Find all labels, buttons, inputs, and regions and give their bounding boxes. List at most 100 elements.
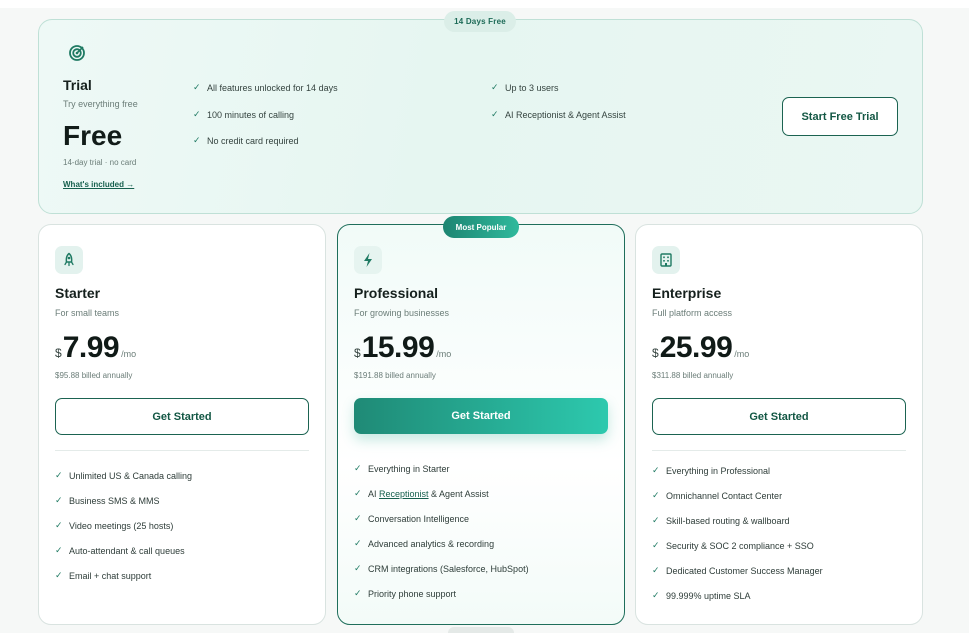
check-icon: ✓ — [55, 520, 63, 530]
trial-note: 14-day trial · no card — [63, 158, 137, 167]
list-item: ✓ Business SMS & MMS — [55, 488, 192, 513]
get-started-button-starter[interactable]: Get Started — [55, 398, 309, 435]
check-icon: ✓ — [652, 590, 660, 600]
feature-label: Auto-attendant & call queues — [69, 545, 185, 556]
plan-name: Starter — [55, 285, 101, 301]
list-item: ✓ CRM integrations (Salesforce, HubSpot) — [354, 556, 529, 581]
list-item: ✓ 99.999% uptime SLA — [652, 583, 823, 608]
feature-label: Business SMS & MMS — [69, 495, 160, 506]
feature-list: ✓ Unlimited US & Canada calling ✓ Business… — [55, 463, 192, 588]
price-row: $ 15.99 /mo — [354, 331, 451, 365]
get-started-button-professional[interactable]: Get Started — [354, 398, 608, 434]
list-item: ✓ Security & SOC 2 compliance + SSO — [652, 533, 823, 558]
feature-label: Everything in Starter — [368, 463, 450, 474]
check-icon: ✓ — [55, 470, 63, 480]
plan-name: Professional — [354, 285, 439, 301]
check-icon: ✓ — [652, 565, 660, 575]
trial-feature-label: AI Receptionist & Agent Assist — [505, 109, 626, 120]
trial-feature-label: All features unlocked for 14 days — [207, 82, 338, 93]
price-period: /mo — [436, 349, 452, 359]
feature-label: CRM integrations (Salesforce, HubSpot) — [368, 563, 529, 574]
start-free-trial-button[interactable]: Start Free Trial — [782, 97, 898, 136]
trial-feature: ✓ Up to 3 users — [491, 82, 559, 93]
price-row: $ 25.99 /mo — [652, 331, 749, 365]
trial-feature: ✓ AI Receptionist & Agent Assist — [491, 109, 626, 120]
check-icon: ✓ — [55, 570, 63, 580]
list-item: ✓ Conversation Intelligence — [354, 506, 529, 531]
check-icon: ✓ — [55, 495, 63, 505]
plan-tagline: For small teams — [55, 308, 120, 318]
billed-annually-note: $191.88 billed annually — [354, 371, 436, 380]
receptionist-link[interactable]: Receptionist — [379, 489, 429, 499]
rocket-icon — [55, 246, 83, 274]
list-item: ✓ Video meetings (25 hosts) — [55, 513, 192, 538]
most-popular-badge: Most Popular — [443, 216, 519, 238]
plan-name: Enterprise — [652, 285, 722, 301]
list-item: ✓ Advanced analytics & recording — [354, 531, 529, 556]
price-currency: $ — [354, 346, 361, 360]
feature-label: Conversation Intelligence — [368, 513, 470, 524]
list-item: ✓ Everything in Professional — [652, 458, 823, 483]
list-item: ✓ Email + chat support — [55, 563, 192, 588]
trial-feature: ✓ 100 minutes of calling — [193, 109, 294, 120]
feature-label: Omnichannel Contact Center — [666, 490, 783, 501]
trial-feature-label: 100 minutes of calling — [207, 109, 295, 120]
price-amount: 25.99 — [659, 331, 733, 364]
feature-label: Dedicated Customer Success Manager — [666, 565, 823, 576]
check-icon: ✓ — [55, 545, 63, 555]
plan-tagline: For growing businesses — [354, 308, 450, 318]
trial-badge: 14 Days Free — [444, 11, 516, 32]
price-row: $ 7.99 /mo — [55, 331, 136, 365]
top-strip — [0, 0, 969, 8]
trial-feature-label: Up to 3 users — [505, 82, 559, 93]
divider — [652, 450, 906, 451]
list-item: ✓ Unlimited US & Canada calling — [55, 463, 192, 488]
feature-label: Skill-based routing & wallboard — [666, 515, 790, 526]
check-icon: ✓ — [491, 82, 499, 92]
list-item: ✓ Skill-based routing & wallboard — [652, 508, 823, 533]
trial-plan-name: Trial — [63, 77, 92, 93]
feature-label: Security & SOC 2 compliance + SSO — [666, 540, 814, 551]
check-icon: ✓ — [354, 513, 362, 523]
feature-label: AI Receptionist & Agent Assist — [368, 489, 489, 499]
check-icon: ✓ — [354, 488, 362, 498]
check-icon: ✓ — [193, 135, 201, 145]
price-currency: $ — [652, 346, 659, 360]
get-started-button-enterprise[interactable]: Get Started — [652, 398, 906, 435]
trial-tagline: Try everything free — [63, 99, 138, 109]
check-icon: ✓ — [354, 588, 362, 598]
list-item: ✓ Auto-attendant & call queues — [55, 538, 192, 563]
trial-feature-label: No credit card required — [207, 135, 299, 146]
check-icon: ✓ — [652, 515, 660, 525]
list-item: ✓ AI Receptionist & Agent Assist — [354, 481, 529, 506]
feature-label: Advanced analytics & recording — [368, 538, 495, 549]
bottom-tab-peek — [448, 627, 514, 633]
plan-card-professional: Professional For growing businesses $ 15… — [337, 224, 625, 625]
trial-price: Free — [63, 120, 123, 151]
price-period: /mo — [121, 349, 137, 359]
list-item: ✓ Priority phone support — [354, 581, 529, 606]
check-icon: ✓ — [354, 563, 362, 573]
check-icon: ✓ — [193, 109, 201, 119]
check-icon: ✓ — [652, 465, 660, 475]
plan-card-enterprise: Enterprise Full platform access $ 25.99 … — [635, 224, 923, 625]
billed-annually-note: $95.88 billed annually — [55, 371, 133, 380]
building-icon — [652, 246, 680, 274]
whats-included-link[interactable]: What's included → — [63, 180, 134, 189]
check-icon: ✓ — [652, 540, 660, 550]
check-icon: ✓ — [652, 490, 660, 500]
target-icon — [68, 44, 86, 62]
check-icon: ✓ — [354, 538, 362, 548]
list-item: ✓ Everything in Starter — [354, 456, 529, 481]
feature-label: Everything in Professional — [666, 465, 771, 476]
plan-card-starter: Starter For small teams $ 7.99 /mo $95.8… — [38, 224, 326, 625]
feature-label: 99.999% uptime SLA — [666, 590, 751, 601]
feature-list: ✓ Everything in Professional ✓ Omnichannel… — [652, 458, 823, 608]
trial-feature: ✓ All features unlocked for 14 days — [193, 82, 338, 93]
divider — [55, 450, 309, 451]
plan-tagline: Full platform access — [652, 308, 733, 318]
feature-label: Email + chat support — [69, 570, 152, 581]
price-currency: $ — [55, 346, 62, 360]
feature-label: Priority phone support — [368, 588, 457, 599]
feature-label: Video meetings (25 hosts) — [69, 520, 174, 531]
